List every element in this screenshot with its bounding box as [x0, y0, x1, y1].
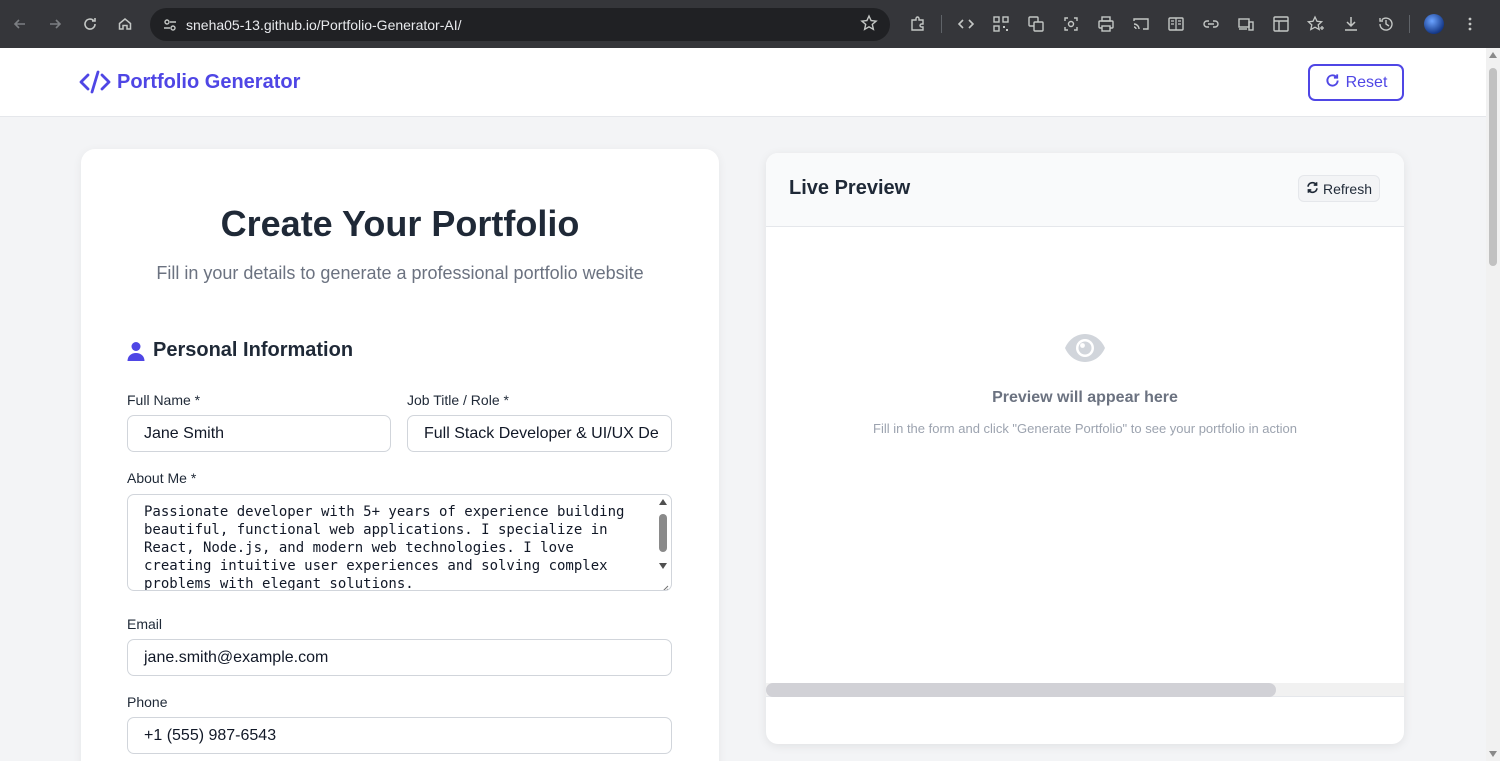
code-brackets-icon	[79, 69, 111, 95]
download-icon[interactable]	[1333, 7, 1368, 41]
reload-icon[interactable]	[73, 7, 107, 41]
form-card: Create Your Portfolio Fill in your detai…	[81, 149, 719, 761]
translate-icon[interactable]	[1018, 7, 1053, 41]
page-scroll-down-icon[interactable]	[1489, 751, 1497, 757]
page-viewport: Portfolio Generator Reset Create Your Po…	[0, 48, 1486, 761]
address-bar[interactable]: sneha05-13.github.io/Portfolio-Generator…	[150, 8, 890, 41]
refresh-button[interactable]: Refresh	[1298, 175, 1380, 202]
print-icon[interactable]	[1088, 7, 1123, 41]
browser-toolbar: sneha05-13.github.io/Portfolio-Generator…	[0, 0, 1500, 48]
profile-avatar[interactable]	[1424, 14, 1444, 34]
textarea-scroll-thumb[interactable]	[659, 514, 667, 552]
site-info-icon[interactable]	[160, 15, 180, 35]
section-title-text: Personal Information	[153, 339, 354, 361]
reset-label: Reset	[1345, 73, 1388, 91]
toolbar-separator	[941, 15, 942, 33]
history-icon[interactable]	[1368, 7, 1403, 41]
more-menu-icon[interactable]	[1452, 7, 1487, 41]
preview-horizontal-scrollbar[interactable]	[766, 683, 1404, 697]
brand-logo[interactable]: Portfolio Generator	[79, 69, 300, 95]
extensions-bar	[900, 7, 1487, 41]
scroll-up-arrow-icon[interactable]	[659, 499, 667, 505]
refresh-icon	[1306, 181, 1319, 197]
full-name-label: Full Name *	[127, 392, 201, 408]
devices-icon[interactable]	[1228, 7, 1263, 41]
preview-title: Live Preview	[789, 177, 911, 199]
preview-scroll-thumb[interactable]	[766, 683, 1276, 697]
scroll-down-arrow-icon[interactable]	[659, 563, 667, 569]
full-name-input[interactable]: Jane Smith	[127, 415, 391, 452]
app-header: Portfolio Generator Reset	[0, 48, 1486, 117]
link-icon[interactable]	[1193, 7, 1228, 41]
favorites-icon[interactable]	[1298, 7, 1333, 41]
about-textarea[interactable]: Passionate developer with 5+ years of ex…	[127, 494, 672, 591]
placeholder-title: Preview will appear here	[992, 389, 1178, 406]
about-label: About Me *	[127, 470, 197, 486]
email-label: Email	[127, 616, 163, 632]
cast-icon[interactable]	[1123, 7, 1158, 41]
page-scroll-thumb[interactable]	[1489, 68, 1497, 266]
puzzle-extension-icon[interactable]	[900, 7, 935, 41]
about-text: Passionate developer with 5+ years of ex…	[144, 504, 625, 591]
home-icon[interactable]	[108, 7, 142, 41]
bookmark-star-icon[interactable]	[860, 14, 878, 37]
section-personal-info: Personal Information	[127, 339, 353, 362]
job-title-label: Job Title / Role *	[407, 392, 509, 408]
phone-label: Phone	[127, 694, 168, 710]
preview-card: Live Preview Refresh Preview will appear…	[766, 153, 1404, 744]
page-scrollbar[interactable]	[1486, 48, 1500, 761]
page-scroll-up-icon[interactable]	[1489, 52, 1497, 58]
brand-title: Portfolio Generator	[117, 70, 301, 93]
eye-icon	[1064, 331, 1106, 365]
refresh-label: Refresh	[1322, 180, 1373, 197]
resize-grip-icon[interactable]	[661, 580, 669, 590]
code-view-icon[interactable]	[948, 7, 983, 41]
back-icon[interactable]	[3, 7, 37, 41]
url-text: sneha05-13.github.io/Portfolio-Generator…	[186, 16, 462, 33]
textarea-scrollbar[interactable]	[657, 497, 669, 589]
job-title-input[interactable]: Full Stack Developer & UI/UX De	[407, 415, 672, 452]
layout-icon[interactable]	[1263, 7, 1298, 41]
reset-button[interactable]: Reset	[1308, 64, 1404, 101]
email-input[interactable]: jane.smith@example.com	[127, 639, 672, 676]
reading-mode-icon[interactable]	[1158, 7, 1193, 41]
reset-icon	[1325, 73, 1340, 93]
qr-code-icon[interactable]	[983, 7, 1018, 41]
form-title: Create Your Portfolio	[220, 203, 580, 244]
phone-input[interactable]: +1 (555) 987-6543	[127, 717, 672, 754]
lens-icon[interactable]	[1053, 7, 1088, 41]
form-subtitle: Fill in your details to generate a profe…	[156, 263, 644, 283]
preview-header: Live Preview Refresh	[766, 153, 1404, 227]
user-icon	[127, 340, 147, 362]
placeholder-subtitle: Fill in the form and click "Generate Por…	[873, 421, 1297, 436]
toolbar-separator	[1409, 15, 1410, 33]
forward-icon[interactable]	[38, 7, 72, 41]
